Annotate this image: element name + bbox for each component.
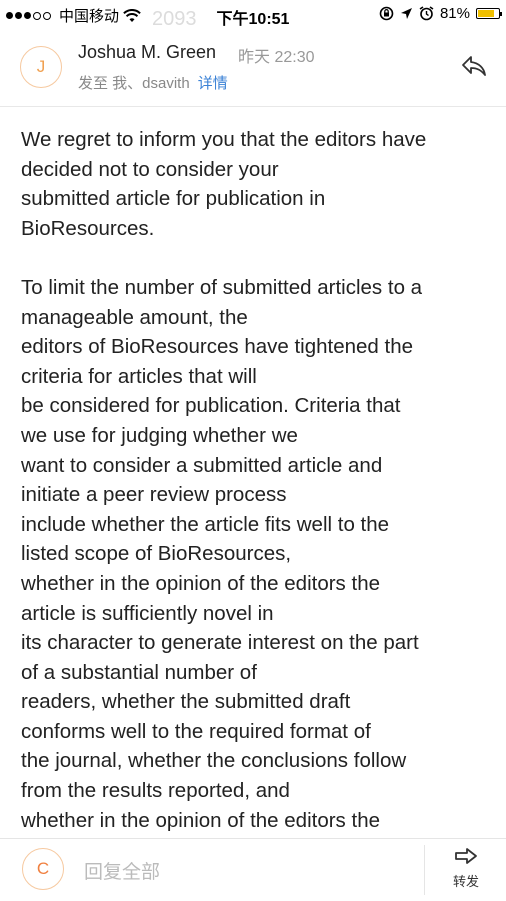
forward-icon	[455, 848, 477, 864]
reply-all-input[interactable]: 回复全部	[84, 857, 160, 884]
battery-icon	[476, 8, 502, 19]
details-link[interactable]: 详情	[198, 75, 228, 92]
recipients: 发至 我、dsavith	[78, 75, 190, 92]
reply-arrow-icon[interactable]	[460, 54, 488, 78]
user-avatar: C	[22, 848, 64, 890]
battery-percent: 81%	[439, 5, 470, 22]
reply-toolbar: C 回复全部 转发	[0, 838, 506, 901]
rotation-lock-icon	[379, 6, 394, 21]
location-icon	[400, 8, 412, 19]
message-header: J Joshua M. Green 昨天 22:30 发至 我、dsavith 详…	[0, 30, 506, 107]
body-paragraph-1: We regret to inform you that the editors…	[21, 128, 427, 240]
recipients-line: 发至 我、dsavith 详情	[78, 72, 228, 93]
forward-label: 转发	[452, 874, 479, 889]
sender-avatar[interactable]: J	[20, 46, 62, 88]
sender-name[interactable]: Joshua M. Green	[78, 42, 216, 63]
forward-button[interactable]: 转发	[438, 845, 494, 897]
battery-level	[478, 10, 495, 17]
body-paragraph-2: To limit the number of submitted article…	[21, 275, 423, 832]
status-bar: 中国移动 2093 下午10:51 81%	[0, 0, 506, 30]
message-body: We regret to inform you that the editors…	[21, 125, 491, 840]
message-date: 昨天 22:30	[238, 49, 315, 66]
footer-divider	[424, 845, 425, 895]
alarm-icon	[419, 6, 434, 21]
status-right: 81%	[379, 5, 502, 22]
